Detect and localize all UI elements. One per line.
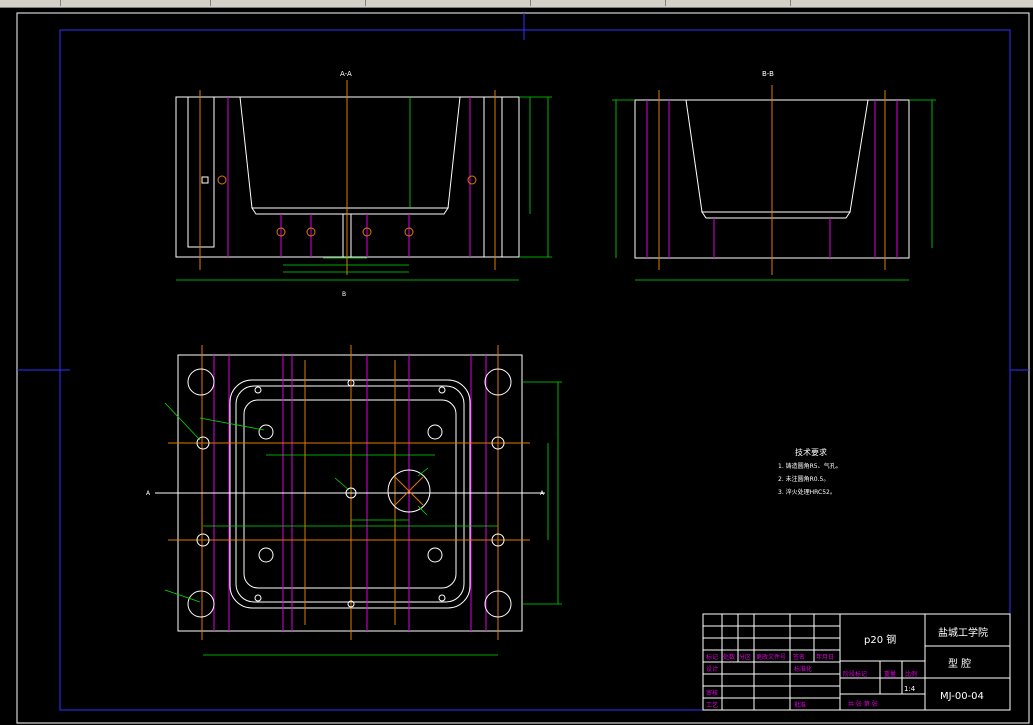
plan-view: A A [146,345,562,656]
drawing-canvas[interactable]: A-A B B-B A A 技术要求 1. 铸造圆角R5、气孔。 2. 未注圆角… [0,0,1033,725]
technical-requirements: 技术要求 1. 铸造圆角R5、气孔。 2. 未注圆角R0.5。 3. 淬火处理H… [778,447,842,496]
section-bb-label: B-B [762,70,774,78]
sheet-border [16,12,1030,724]
section-bb-view: B-B [612,70,936,281]
stage-label-scale: 比例 [905,670,917,678]
drawing-number: MJ-00-04 [940,691,984,702]
plan-marker-a-left: A [146,490,151,497]
row-label-process: 工艺 [706,701,718,709]
row-label-design: 设计 [706,665,718,673]
section-aa-view: A-A B [175,70,552,298]
section-aa-label: A-A [340,70,352,78]
row-label-review: 审核 [706,689,718,697]
approve-label: 批准 [794,701,806,709]
school-name: 盐城工学院 [938,626,988,639]
stage-label-mark: 阶段标记 [843,670,867,678]
header-label-date: 年月日 [816,653,834,661]
header-label-count: 处数 [723,653,735,661]
header-label-zone: 分区 [739,653,751,661]
scale-value: 1:4 [904,685,916,693]
title-block: 标记 处数 分区 更改文件号 签名 年月日 设计 审核 工艺 标准化 批准 p2… [702,613,1011,711]
tech-req-item-1: 1. 铸造圆角R5、气孔。 [778,462,842,470]
sheet-count-note: 共 张 第 张 [848,700,878,708]
header-label-file: 更改文件号 [756,653,786,661]
part-name: 型 腔 [948,657,971,670]
material-text: p20 钢 [864,633,896,646]
tech-req-title: 技术要求 [795,447,827,457]
header-label-mark: 标记 [706,653,718,661]
standard-label: 标准化 [794,665,812,673]
tech-req-item-2: 2. 未注圆角R0.5。 [778,475,829,483]
tech-req-item-3: 3. 淬火处理HRC52。 [778,488,836,496]
stage-label-weight: 重量 [884,670,896,678]
section-aa-marker-b: B [342,291,346,298]
header-label-sign: 签名 [793,653,805,661]
